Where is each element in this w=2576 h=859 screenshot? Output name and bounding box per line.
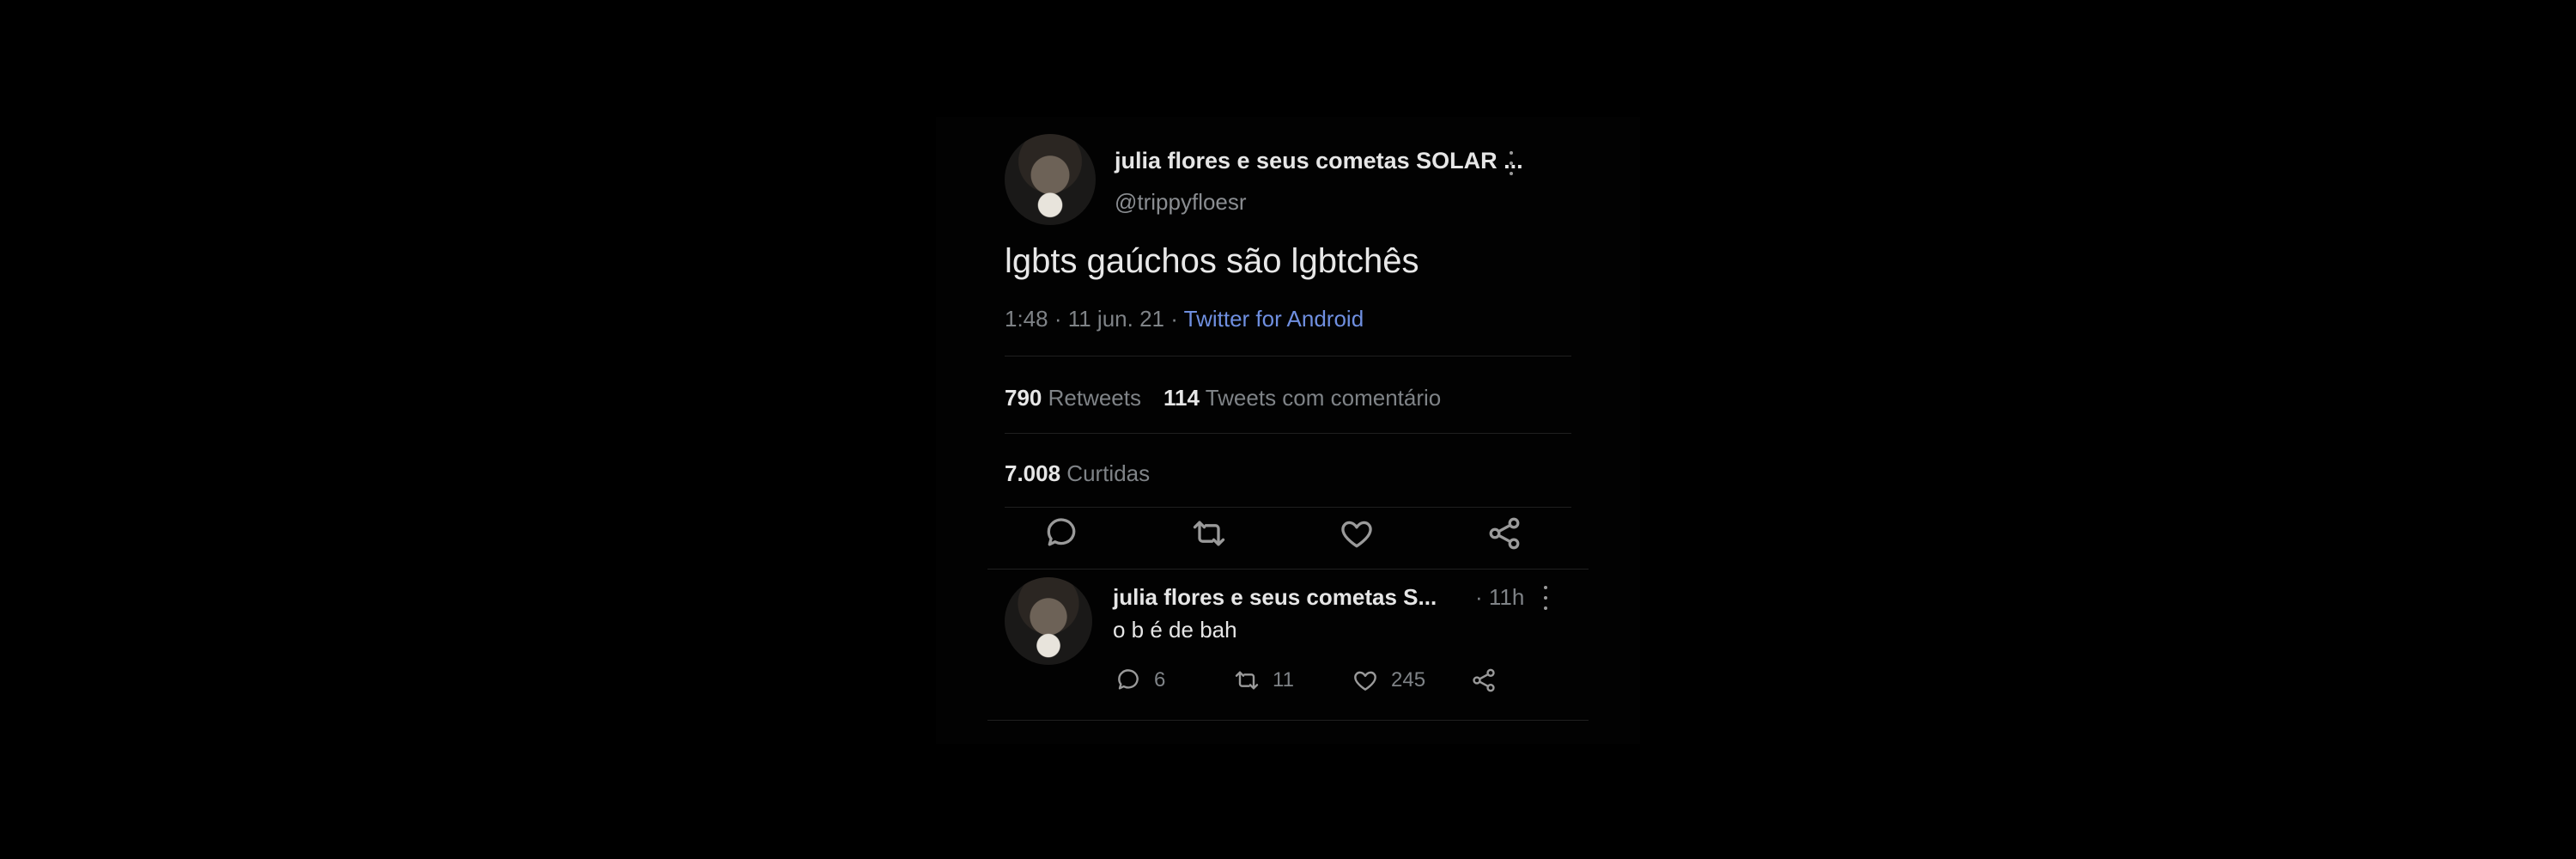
tweet-timestamp: 1:48 · 11 jun. 21 · bbox=[1005, 306, 1184, 332]
divider bbox=[1005, 433, 1571, 434]
divider bbox=[987, 720, 1589, 721]
reply-like-button[interactable]: 245 bbox=[1352, 665, 1425, 696]
likes-label: Curtidas bbox=[1060, 460, 1151, 486]
divider bbox=[1005, 507, 1571, 508]
reply-reply-count: 6 bbox=[1154, 668, 1166, 691]
tweet-text: lgbts gaúchos são lgbtchês bbox=[1005, 242, 1419, 280]
divider bbox=[987, 569, 1589, 570]
reply-tweet[interactable]: julia flores e seus cometas S... · 11h o… bbox=[936, 569, 1589, 723]
reply-avatar[interactable] bbox=[1005, 577, 1092, 665]
author-handle[interactable]: @trippyfloesr bbox=[1115, 189, 1247, 216]
share-icon[interactable] bbox=[1485, 515, 1523, 552]
quotes-label: Tweets com comentário bbox=[1199, 385, 1442, 411]
likes-stats[interactable]: 7.008 Curtidas bbox=[1005, 460, 1150, 487]
reply-retweet-count: 11 bbox=[1273, 668, 1294, 691]
reply-like-count: 245 bbox=[1391, 668, 1426, 691]
more-vertical-icon[interactable] bbox=[1537, 582, 1554, 613]
reply-timestamp: · 11h bbox=[1475, 584, 1525, 610]
tweet-meta: 1:48 · 11 jun. 21 · Twitter for Android bbox=[1005, 306, 1364, 332]
tweet-screenshot: julia flores e seus cometas SOLAR ... @t… bbox=[936, 117, 1640, 744]
retweets-count: 790 bbox=[1005, 385, 1042, 411]
retweet-icon[interactable] bbox=[1190, 515, 1228, 552]
reply-share-button[interactable] bbox=[1470, 665, 1498, 696]
action-bar bbox=[1005, 516, 1571, 559]
like-icon[interactable] bbox=[1338, 515, 1376, 552]
retweet-stats[interactable]: 790 Retweets 114 Tweets com comentário bbox=[1005, 385, 1441, 411]
retweets-label: Retweets bbox=[1042, 385, 1141, 411]
author-name[interactable]: julia flores e seus cometas SOLAR ... bbox=[1115, 148, 1523, 174]
reply-reply-button[interactable]: 6 bbox=[1115, 665, 1165, 696]
tweet-source-link[interactable]: Twitter for Android bbox=[1184, 306, 1364, 332]
reply-icon bbox=[1118, 669, 1139, 690]
retweet-icon bbox=[1235, 671, 1259, 690]
reply-text: o b é de bah bbox=[1113, 617, 1237, 643]
more-vertical-icon[interactable] bbox=[1503, 148, 1520, 179]
reply-retweet-button[interactable]: 11 bbox=[1233, 665, 1294, 696]
like-icon bbox=[1354, 671, 1376, 691]
share-icon bbox=[1473, 668, 1495, 692]
likes-count: 7.008 bbox=[1005, 460, 1061, 486]
avatar[interactable] bbox=[1005, 134, 1096, 225]
reply-icon[interactable] bbox=[1042, 515, 1080, 552]
quotes-count: 114 bbox=[1163, 385, 1200, 411]
reply-author-name[interactable]: julia flores e seus cometas S... bbox=[1113, 584, 1437, 611]
